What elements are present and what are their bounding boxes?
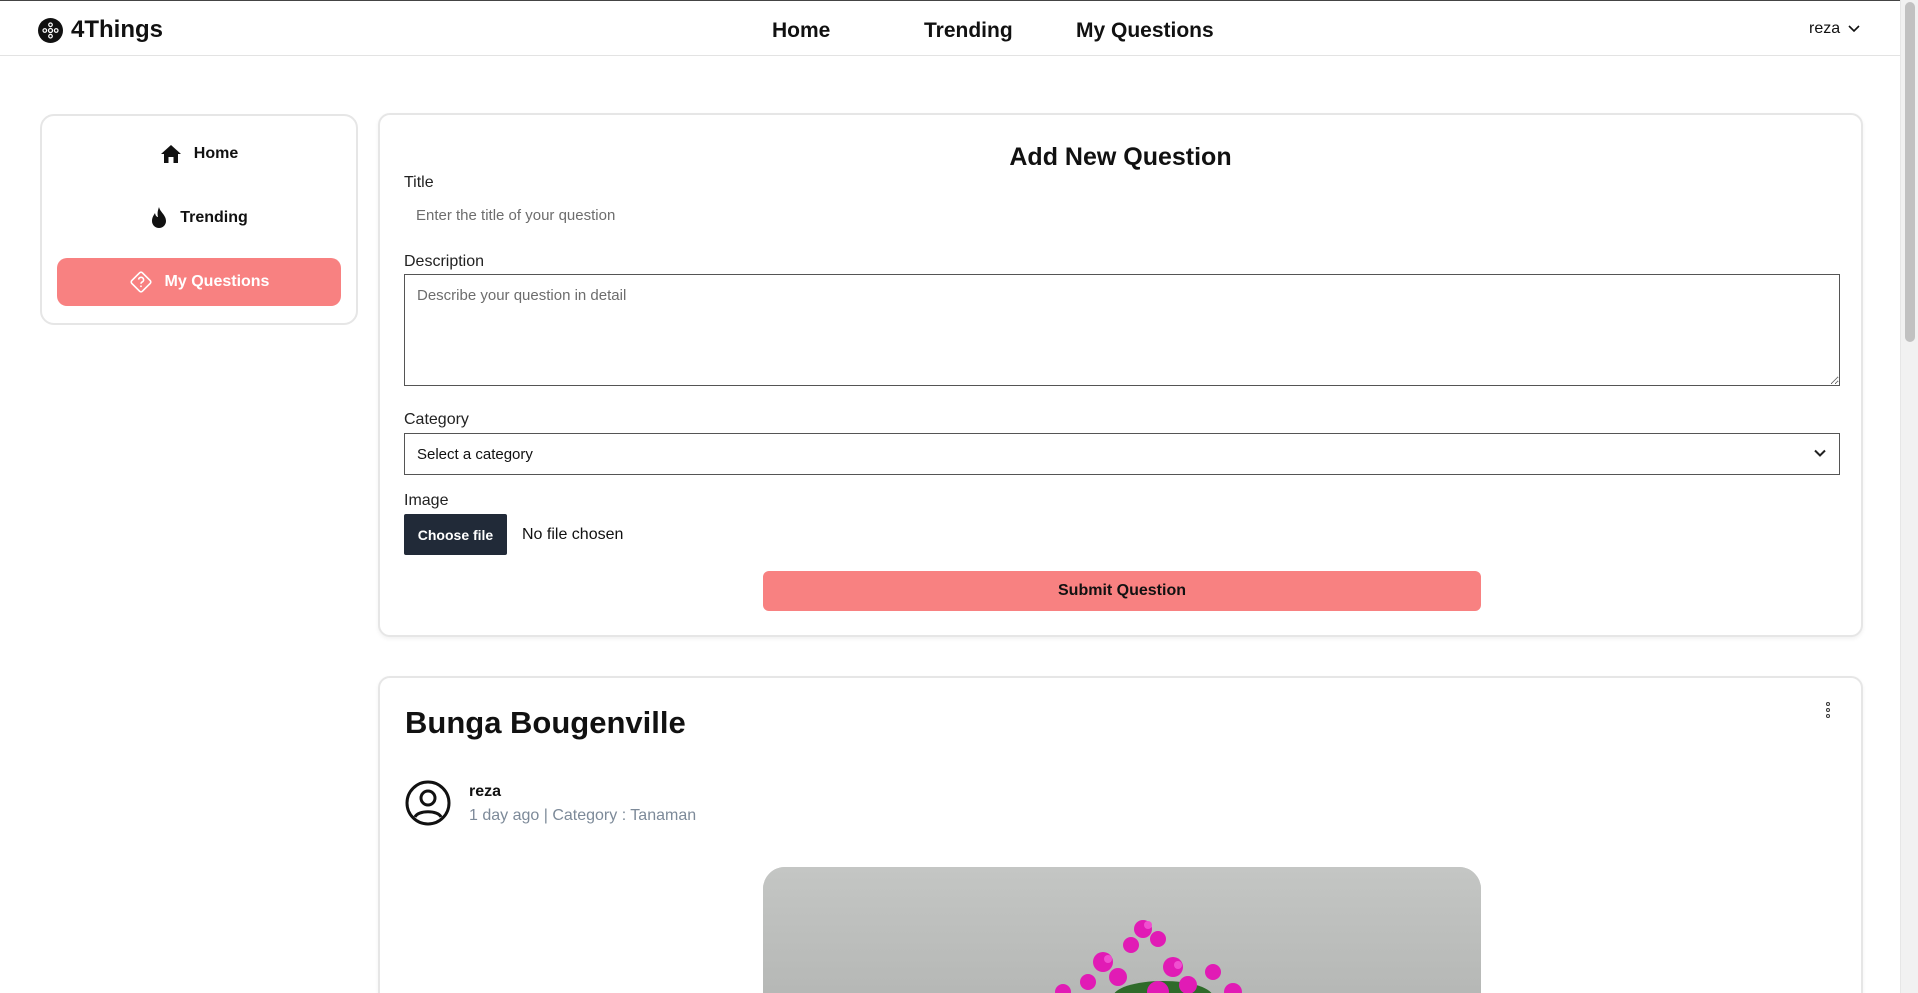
image-label: Image — [404, 492, 449, 509]
more-options-icon[interactable] — [1826, 702, 1830, 718]
home-icon — [160, 145, 181, 163]
form-title: Add New Question — [1009, 143, 1232, 171]
sidebar-item-label: Home — [193, 145, 239, 162]
category-select[interactable]: Select a category — [404, 433, 1840, 475]
topnav-home-link[interactable]: Home — [772, 19, 830, 43]
scrollbar-thumb[interactable] — [1905, 2, 1915, 342]
description-textarea[interactable] — [404, 274, 1840, 386]
page-scrollbar[interactable] — [1900, 0, 1918, 993]
topnav-trending-link[interactable]: Trending — [924, 19, 1013, 43]
sidebar: Home Trending My Questions — [40, 114, 358, 325]
brand-logo-icon — [38, 17, 63, 43]
question-title: Bunga Bougenville — [405, 705, 686, 740]
top-navbar: 4Things Home Trending My Questions reza — [0, 0, 1900, 56]
title-label: Title — [404, 174, 434, 191]
file-status-text: No file chosen — [522, 526, 624, 543]
title-input[interactable] — [404, 196, 1837, 234]
add-question-form: Add New Question Title Description Categ… — [378, 113, 1863, 637]
category-label: Category — [404, 411, 469, 428]
sidebar-item-my-questions[interactable]: My Questions — [57, 258, 341, 306]
question-meta: 1 day ago | Category : Tanaman — [469, 807, 697, 824]
chevron-down-icon — [1848, 25, 1860, 33]
user-menu[interactable]: reza — [1809, 20, 1860, 38]
fire-icon — [152, 207, 167, 228]
sidebar-item-label: Trending — [180, 209, 248, 226]
category-selected-value: Select a category — [417, 445, 533, 463]
question-image — [763, 867, 1481, 993]
description-label: Description — [404, 253, 485, 270]
sidebar-item-label: My Questions — [164, 273, 270, 290]
submit-question-button[interactable]: Submit Question — [763, 571, 1481, 611]
sidebar-item-home[interactable]: Home — [57, 130, 341, 178]
brand[interactable]: 4Things — [38, 16, 163, 44]
question-author: reza — [469, 783, 502, 800]
brand-name: 4Things — [71, 16, 164, 43]
question-card: Bunga Bougenville reza 1 day ago | Categ… — [378, 676, 1863, 993]
user-name: reza — [1809, 20, 1841, 37]
sidebar-item-trending[interactable]: Trending — [57, 194, 341, 242]
choose-file-button[interactable]: Choose file — [404, 514, 507, 555]
chevron-down-icon — [1814, 449, 1826, 457]
user-avatar-icon — [405, 780, 451, 826]
topnav-my-questions-link[interactable]: My Questions — [1076, 19, 1214, 43]
question-diamond-icon — [129, 271, 152, 293]
